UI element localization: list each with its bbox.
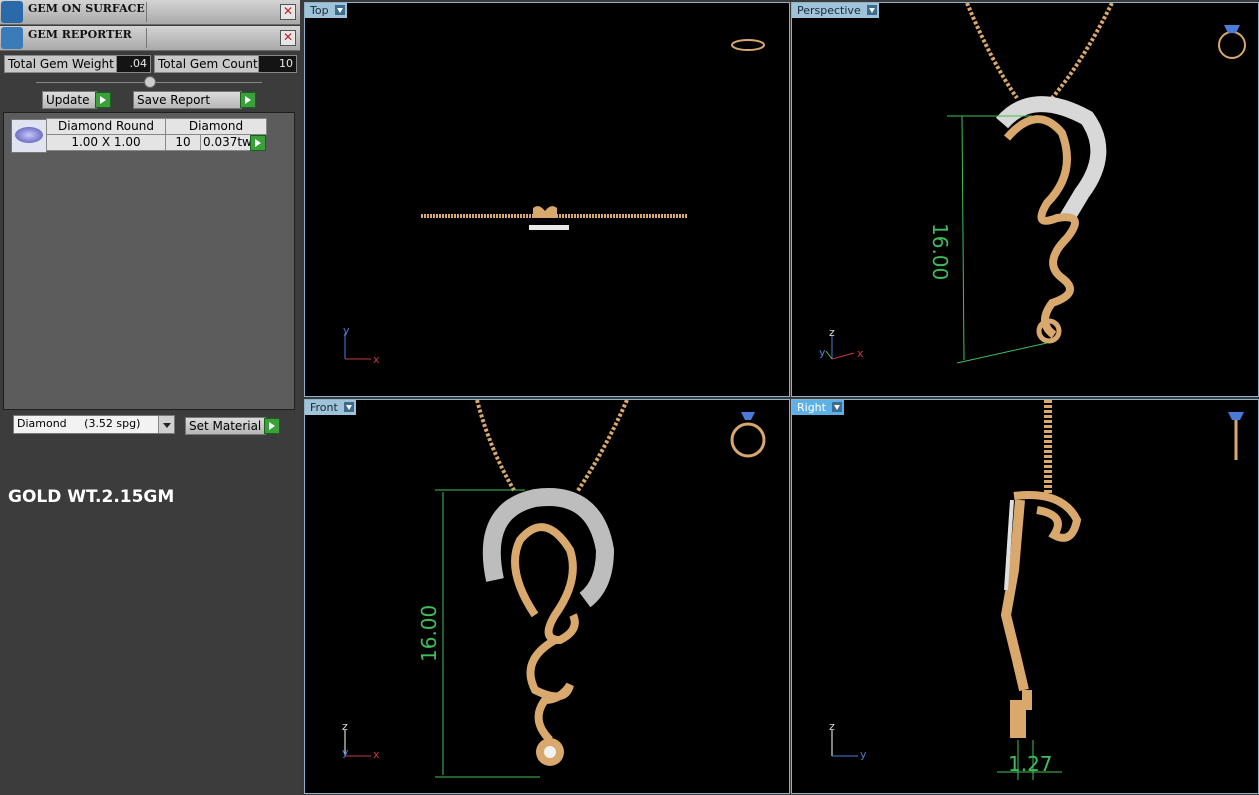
- pendant-top: [533, 206, 557, 218]
- chevron-down-icon[interactable]: [158, 416, 174, 433]
- gem-size-cell: 1.00 X 1.00: [46, 134, 166, 151]
- total-gem-count-label: Total Gem Count: [154, 55, 259, 73]
- axis-label-x: x: [373, 353, 380, 366]
- total-gem-count-field: 10: [258, 55, 297, 73]
- splitter-handle[interactable]: [144, 76, 156, 88]
- perspective-view-render: [825, 3, 1246, 364]
- gem-list: Diamond Round Diamond 1.00 X 1.00 10 0.0…: [3, 112, 295, 410]
- header-divider: [146, 28, 147, 48]
- round-diamond-icon: [15, 127, 43, 143]
- axis-label-z: z: [829, 720, 835, 733]
- column-header-shape: Diamond Round: [46, 118, 166, 135]
- ring-icon: [731, 39, 765, 51]
- header-divider: [146, 2, 147, 22]
- gem-on-surface-header[interactable]: GEM ON SURFACE ✕: [0, 0, 300, 25]
- update-button[interactable]: Update: [42, 91, 97, 109]
- axis-label-y: y: [860, 748, 867, 761]
- set-material-button[interactable]: Set Material: [185, 417, 266, 435]
- right-viewport[interactable]: Right 1.27 z y: [791, 399, 1259, 794]
- axis-label-z: z: [829, 326, 835, 339]
- top-view-render: [344, 39, 765, 360]
- close-icon[interactable]: ✕: [280, 30, 296, 46]
- column-header-material: Diamond: [165, 118, 267, 135]
- top-viewport[interactable]: Top y x: [304, 2, 790, 397]
- axis-label-z: z: [342, 720, 348, 733]
- material-select-value: Diamond (3.52 spg): [17, 417, 141, 430]
- material-select[interactable]: Diamond (3.52 spg): [13, 415, 175, 434]
- axis-label-y: y: [819, 346, 826, 359]
- right-view-render: [831, 400, 1244, 780]
- gold-weight-note: GOLD WT.2.15GM: [8, 487, 175, 507]
- gem-weight-cell: 0.037tw: [200, 134, 252, 151]
- close-icon[interactable]: ✕: [280, 4, 296, 20]
- dimension-label: 16.00: [928, 223, 952, 281]
- gem-reporter-header[interactable]: GEM REPORTER ✕: [0, 26, 300, 51]
- dimension-label: 16.00: [417, 604, 441, 662]
- total-gem-weight-field: .04: [116, 55, 151, 73]
- gem-on-surface-title: GEM ON SURFACE: [28, 2, 145, 15]
- diamond-gem-thumbnail[interactable]: [11, 119, 47, 153]
- total-gem-weight-label: Total Gem Weight: [4, 55, 117, 73]
- gem-surface-icon: [1, 1, 23, 23]
- axis-label-y: y: [343, 324, 350, 337]
- set-material-go-icon[interactable]: [264, 418, 280, 434]
- gem-row-top: [529, 225, 569, 230]
- save-report-button[interactable]: Save Report: [133, 91, 242, 109]
- gem-panel: GEM ON SURFACE ✕ GEM REPORTER ✕ Total Ge…: [0, 0, 300, 795]
- axis-label-x: x: [857, 347, 864, 360]
- gem-row-go-icon[interactable]: [250, 135, 266, 151]
- front-viewport[interactable]: Front 16.00 z y x: [304, 399, 790, 794]
- dimension-label: 1.27: [1008, 752, 1053, 776]
- save-report-go-icon[interactable]: [240, 92, 256, 108]
- update-go-icon[interactable]: [95, 92, 111, 108]
- gem-count-cell: 10: [165, 134, 201, 151]
- axis-label-y: y: [342, 746, 349, 759]
- axis-label-x: x: [373, 748, 380, 761]
- front-view-render: [344, 400, 766, 778]
- gem-reporter-icon: [1, 27, 23, 49]
- gem-reporter-title: GEM REPORTER: [28, 28, 132, 41]
- perspective-viewport[interactable]: Perspective 16.00 z y x: [791, 2, 1259, 397]
